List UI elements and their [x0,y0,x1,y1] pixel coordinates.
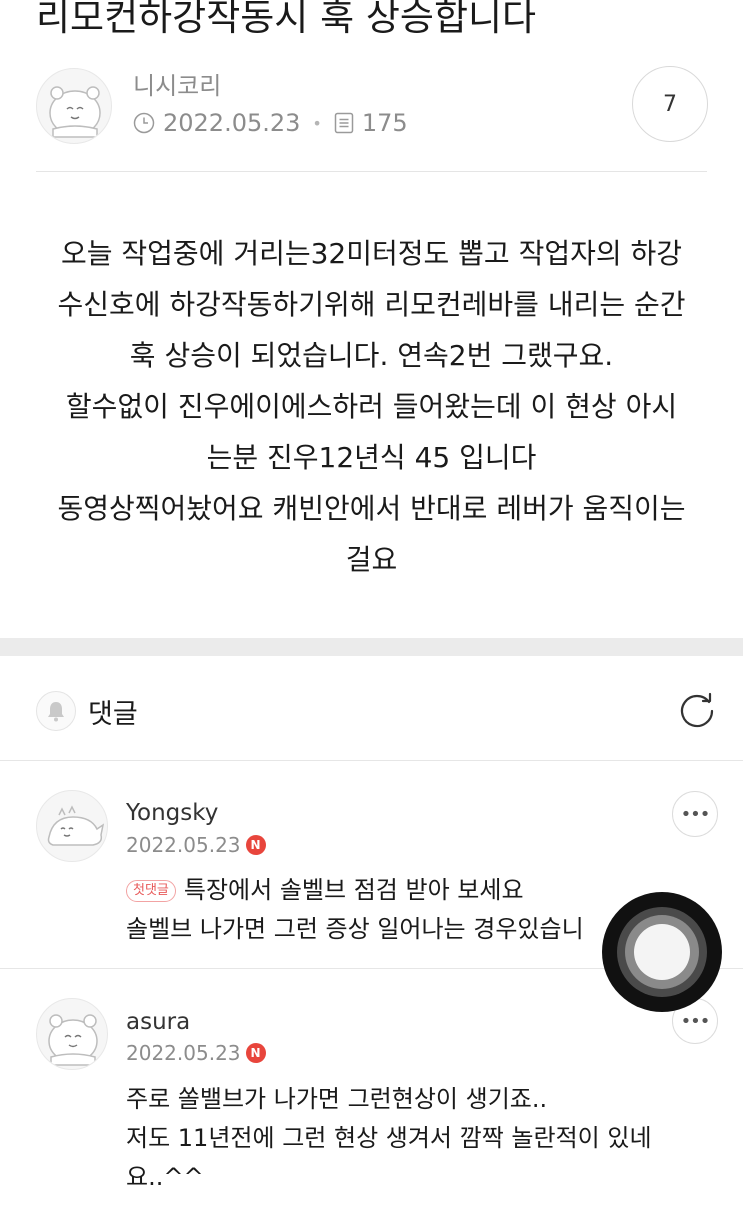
comment-line: 요..^^ [126,1163,204,1191]
comment-author[interactable]: Yongsky [126,800,218,826]
author-avatar[interactable] [36,68,112,144]
comment-date-row: 2022.05.23 N [126,1041,266,1065]
comments-title: 댓글 [88,698,138,730]
new-badge: N [245,835,266,855]
post-body: 오늘 작업중에 거리는32미터정도 뽑고 작업자의 하강 수신호에 하강작동하기… [24,228,719,585]
post-body-line: 오늘 작업중에 거리는32미터정도 뽑고 작업자의 하강 [60,237,683,270]
header-divider [36,171,707,172]
comment-date: 2022.05.23 [126,1041,241,1065]
post-date: 2022.05.23 [163,109,301,137]
new-badge: N [245,1043,266,1063]
comment-date-row: 2022.05.23 N [126,833,266,857]
comments-header: 댓글 [36,690,138,732]
comment-line: 특장에서 솔벨브 점검 받아 보세요 [183,876,524,904]
avatar-character-icon [48,1014,98,1066]
post-body-line: 할수없이 진우에이에스하러 들어왔는데 이 현상 아시 [65,390,678,423]
post-body-line: 걸요 [345,543,398,576]
avatar-character-icon [47,805,105,846]
post-body-line: 수신호에 하강작동하기위해 리모컨레바를 내리는 순간 [57,288,686,321]
post-body-line: 동영상찍어놨어요 캐빈안에서 반대로 레버가 움직이는 [57,492,686,525]
bell-icon[interactable] [36,691,76,731]
comment-count-button[interactable]: 7 [632,66,708,142]
views-icon [334,112,354,134]
comment-text: 첫댓글 특장에서 솔벨브 점검 받아 보세요 솔벨브 나가면 그런 증상 일어나는… [126,871,584,949]
comment-text: 주로 쏠밸브가 나가면 그런현상이 생기죠.. 저도 11년전에 그런 현상 생… [126,1080,652,1197]
comment-line: 주로 쏠밸브가 나가면 그런현상이 생기죠.. [126,1085,548,1113]
post-body-line: 는분 진우12년식 45 입니다 [206,441,537,474]
comment-line: 솔벨브 나가면 그런 증상 일어나는 경우있습니 [126,915,584,943]
comment-author[interactable]: asura [126,1009,190,1035]
post-title: 리모컨하강작동시 훅 상승합니다 [36,0,537,39]
clock-icon [133,112,155,134]
comment-avatar[interactable] [36,790,108,862]
refresh-icon[interactable] [676,690,718,732]
author-name[interactable]: 니시코리 [133,66,221,101]
assistive-touch-button[interactable] [602,892,722,1012]
comment-avatar[interactable] [36,998,108,1070]
comment-line: 저도 11년전에 그런 현상 생겨서 깜짝 놀란적이 있네 [126,1124,652,1152]
first-comment-tag: 첫댓글 [126,880,176,902]
comments-divider [0,760,743,761]
avatar-character-icon [49,86,101,138]
post-body-line: 훅 상승이 되었습니다. 연속2번 그랬구요. [129,339,614,372]
comment-more-button[interactable]: ••• [672,791,718,837]
post-meta: 2022.05.23 • 175 [133,108,408,138]
meta-separator: • [312,113,322,133]
section-separator [0,638,743,656]
comment-date: 2022.05.23 [126,833,241,857]
post-views: 175 [361,109,408,137]
